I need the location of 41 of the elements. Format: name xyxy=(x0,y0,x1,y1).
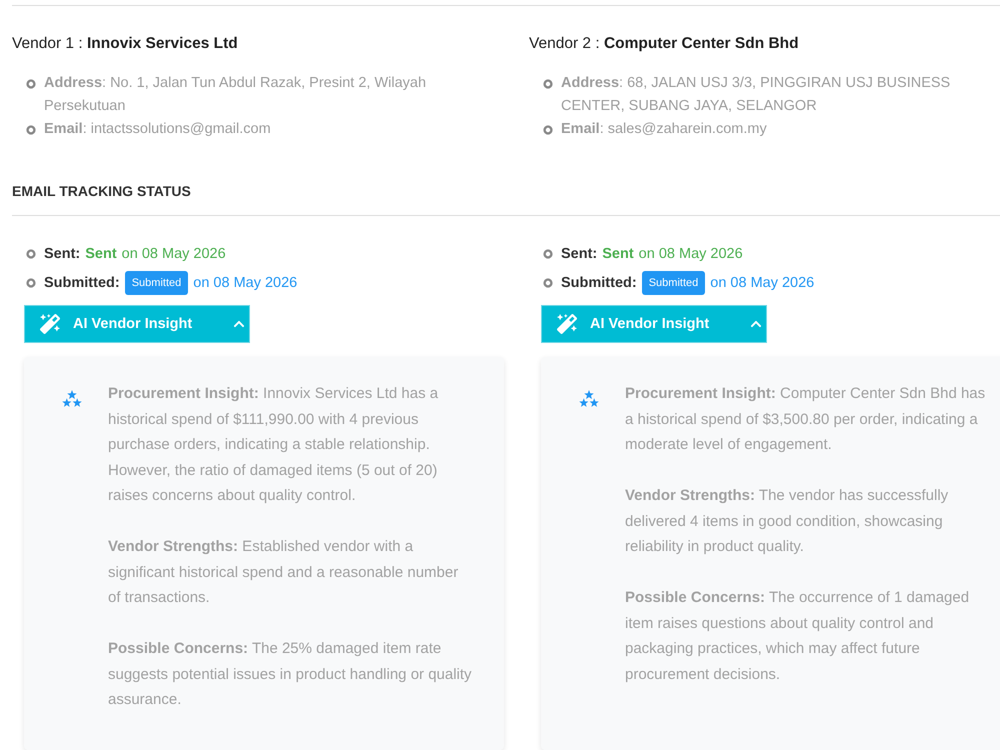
status-label: Sent: xyxy=(44,246,80,262)
status-date: on 08 May 2026 xyxy=(638,246,743,262)
status-label: Submitted: xyxy=(44,274,120,290)
insight-paragraph: Vendor Strengths: Established vendor with a significant historical spend and a reasonable number of transactions. xyxy=(108,537,460,608)
chevron-up-icon xyxy=(233,318,246,330)
status-label: Submitted: xyxy=(561,274,637,290)
stars-icon xyxy=(62,390,82,408)
chevron-up-icon xyxy=(750,318,762,330)
status-date: on 08 May 2026 xyxy=(193,274,298,290)
insight-paragraph: Vendor Strengths: The vendor has successfully delivered 4 items in good condition, showcasing reliability in product quality. xyxy=(625,486,950,557)
ring-bullet-icon xyxy=(26,78,36,88)
status-date: on 08 May 2026 xyxy=(710,274,814,290)
insight-paragraph: Possible Concerns: The occurrence of 1 damaged item raises questions about quality control and packaging practices, which may affect future procurement decisions. xyxy=(625,588,970,684)
ring-bullet-icon xyxy=(26,278,36,288)
insight-button[interactable]: AI Vendor Insight xyxy=(541,305,767,343)
status-date: on 08 May 2026 xyxy=(122,246,226,262)
stars-icon xyxy=(579,390,599,408)
status-label: Sent: xyxy=(561,246,598,262)
ring-bullet-icon xyxy=(543,278,553,288)
detail-text: Address: No. 1, Jalan Tun Abdul Razak, Presint 2, Wilayah Persekutuan xyxy=(44,74,428,116)
status-text: Sent xyxy=(602,246,634,262)
ring-bullet-icon xyxy=(26,248,36,258)
magic-wand-icon xyxy=(40,314,60,334)
vendor-title: Vendor 2 : Computer Center Sdn Bhd xyxy=(529,34,800,54)
ring-bullet-icon xyxy=(26,124,36,134)
detail-text: Email: intactssolutions@gmail.com xyxy=(44,120,271,139)
status-text: Sent xyxy=(85,246,117,262)
insight-button[interactable]: AI Vendor Insight xyxy=(24,305,250,343)
vendor-title: Vendor 1 : Innovix Services Ltd xyxy=(12,34,239,54)
magic-wand-icon xyxy=(557,314,577,334)
section-title: EMAIL TRACKING STATUS xyxy=(12,182,192,201)
ring-bullet-icon xyxy=(543,124,553,134)
ring-bullet-icon xyxy=(543,248,553,258)
detail-text: Email: sales@zaharein.com.my xyxy=(561,120,767,139)
ring-bullet-icon xyxy=(543,78,553,88)
status-badge: Submitted xyxy=(642,270,706,294)
status-badge: Submitted xyxy=(124,270,188,294)
insight-paragraph: Procurement Insight: Computer Center Sdn Bhd has a historical spend of $3,500.80 per order, indicating a moderate level of engagement. xyxy=(625,384,986,455)
insight-paragraph: Procurement Insight: Innovix Services Ltd has a historical spend of $111,990.00 with 4 previous purchase orders, indicating a stable relationship. However, the ratio of damaged items (5 out of 20) raises concerns about quality control. xyxy=(108,384,440,506)
detail-text: Address: 68, JALAN USJ 3/3, PINGGIRAN USJ BUSINESS CENTER, SUBANG JAYA, SELANGOR xyxy=(561,74,952,116)
insight-paragraph: Possible Concerns: The 25% damaged item rate suggests potential issues in product handling or quality assurance. xyxy=(108,639,473,710)
